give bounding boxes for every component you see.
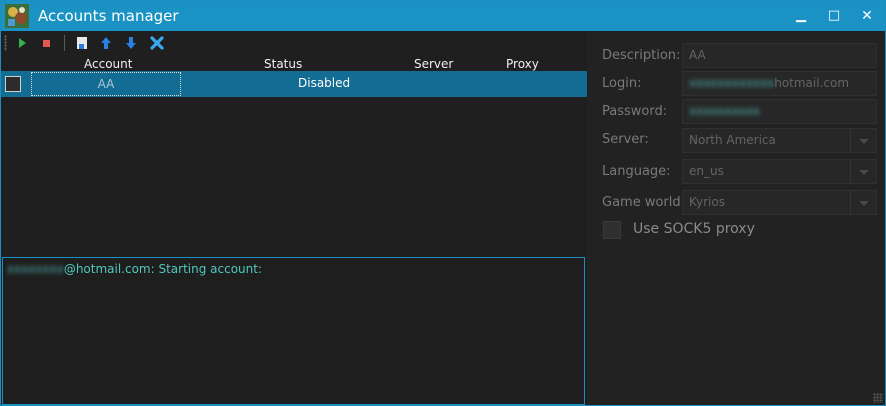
blurred-password: xxxxxxxxxx xyxy=(689,104,761,118)
window-title: Accounts manager xyxy=(38,7,179,25)
login-label: Login: xyxy=(602,76,642,91)
accounts-grid[interactable]: Account Status Server Proxy AA Disabled xyxy=(1,54,587,256)
sock5-proxy-checkbox[interactable] xyxy=(603,221,621,239)
maximize-button[interactable]: □ xyxy=(824,6,844,26)
column-header-account[interactable]: Account xyxy=(84,57,132,71)
account-details-panel: Description: AA Login: xxxxxxxxxxxxhotma… xyxy=(587,32,885,405)
close-button[interactable]: ✕ xyxy=(857,6,877,26)
server-select[interactable]: North America xyxy=(682,128,877,153)
toolbar-separator xyxy=(64,35,65,51)
log-line: xxxxxxxx@hotmail.com: Starting account: xyxy=(7,262,262,276)
gameworld-select[interactable]: Kyrios xyxy=(682,190,877,215)
language-select[interactable]: en_us xyxy=(682,159,877,184)
play-icon[interactable] xyxy=(13,34,31,52)
table-row[interactable]: AA Disabled xyxy=(1,71,587,97)
password-label: Password: xyxy=(602,104,668,119)
column-header-status[interactable]: Status xyxy=(264,57,302,71)
toolbar-grip[interactable] xyxy=(4,35,7,51)
server-label: Server: xyxy=(602,132,649,147)
login-value: hotmail.com xyxy=(774,76,850,90)
stop-icon[interactable] xyxy=(37,34,55,52)
description-field[interactable]: AA xyxy=(682,43,877,68)
chevron-down-icon[interactable] xyxy=(850,191,876,214)
language-label: Language: xyxy=(602,164,671,179)
column-header-proxy[interactable]: Proxy xyxy=(506,57,539,71)
app-icon xyxy=(5,4,29,28)
arrow-up-icon[interactable] xyxy=(97,34,115,52)
accounts-manager-window: Accounts manager ▁ □ ✕ Account Status Se… xyxy=(0,0,886,406)
description-value: AA xyxy=(689,48,706,62)
chevron-down-icon[interactable] xyxy=(850,160,876,183)
login-field[interactable]: xxxxxxxxxxxxhotmail.com xyxy=(682,71,877,96)
resize-grip[interactable] xyxy=(873,393,883,403)
language-value: en_us xyxy=(689,164,724,178)
column-header-server[interactable]: Server xyxy=(414,57,453,71)
description-label: Description: xyxy=(602,48,681,63)
sock5-proxy-label[interactable]: Use SOCK5 proxy xyxy=(633,221,755,237)
log-panel[interactable]: xxxxxxxx@hotmail.com: Starting account: xyxy=(2,257,585,405)
password-field[interactable]: xxxxxxxxxx xyxy=(682,99,877,124)
row-account-cell[interactable]: AA xyxy=(31,72,181,96)
server-value: North America xyxy=(689,133,776,147)
chevron-down-icon[interactable] xyxy=(850,129,876,152)
title-bar[interactable]: Accounts manager ▁ □ ✕ xyxy=(1,1,885,31)
minimize-button[interactable]: ▁ xyxy=(791,6,811,26)
gameworld-value: Kyrios xyxy=(689,195,725,209)
blurred-email: xxxxxxxx xyxy=(7,262,64,276)
toolbar xyxy=(1,32,586,54)
arrow-down-icon[interactable] xyxy=(122,34,140,52)
row-status-cell: Disabled xyxy=(298,76,351,90)
row-checkbox[interactable] xyxy=(5,76,21,92)
blurred-login: xxxxxxxxxxxx xyxy=(689,76,775,90)
delete-icon[interactable] xyxy=(148,34,166,52)
gameworld-label: Game world: xyxy=(602,195,686,210)
log-text: @hotmail.com: Starting account: xyxy=(63,262,263,276)
new-account-icon[interactable] xyxy=(73,34,91,52)
